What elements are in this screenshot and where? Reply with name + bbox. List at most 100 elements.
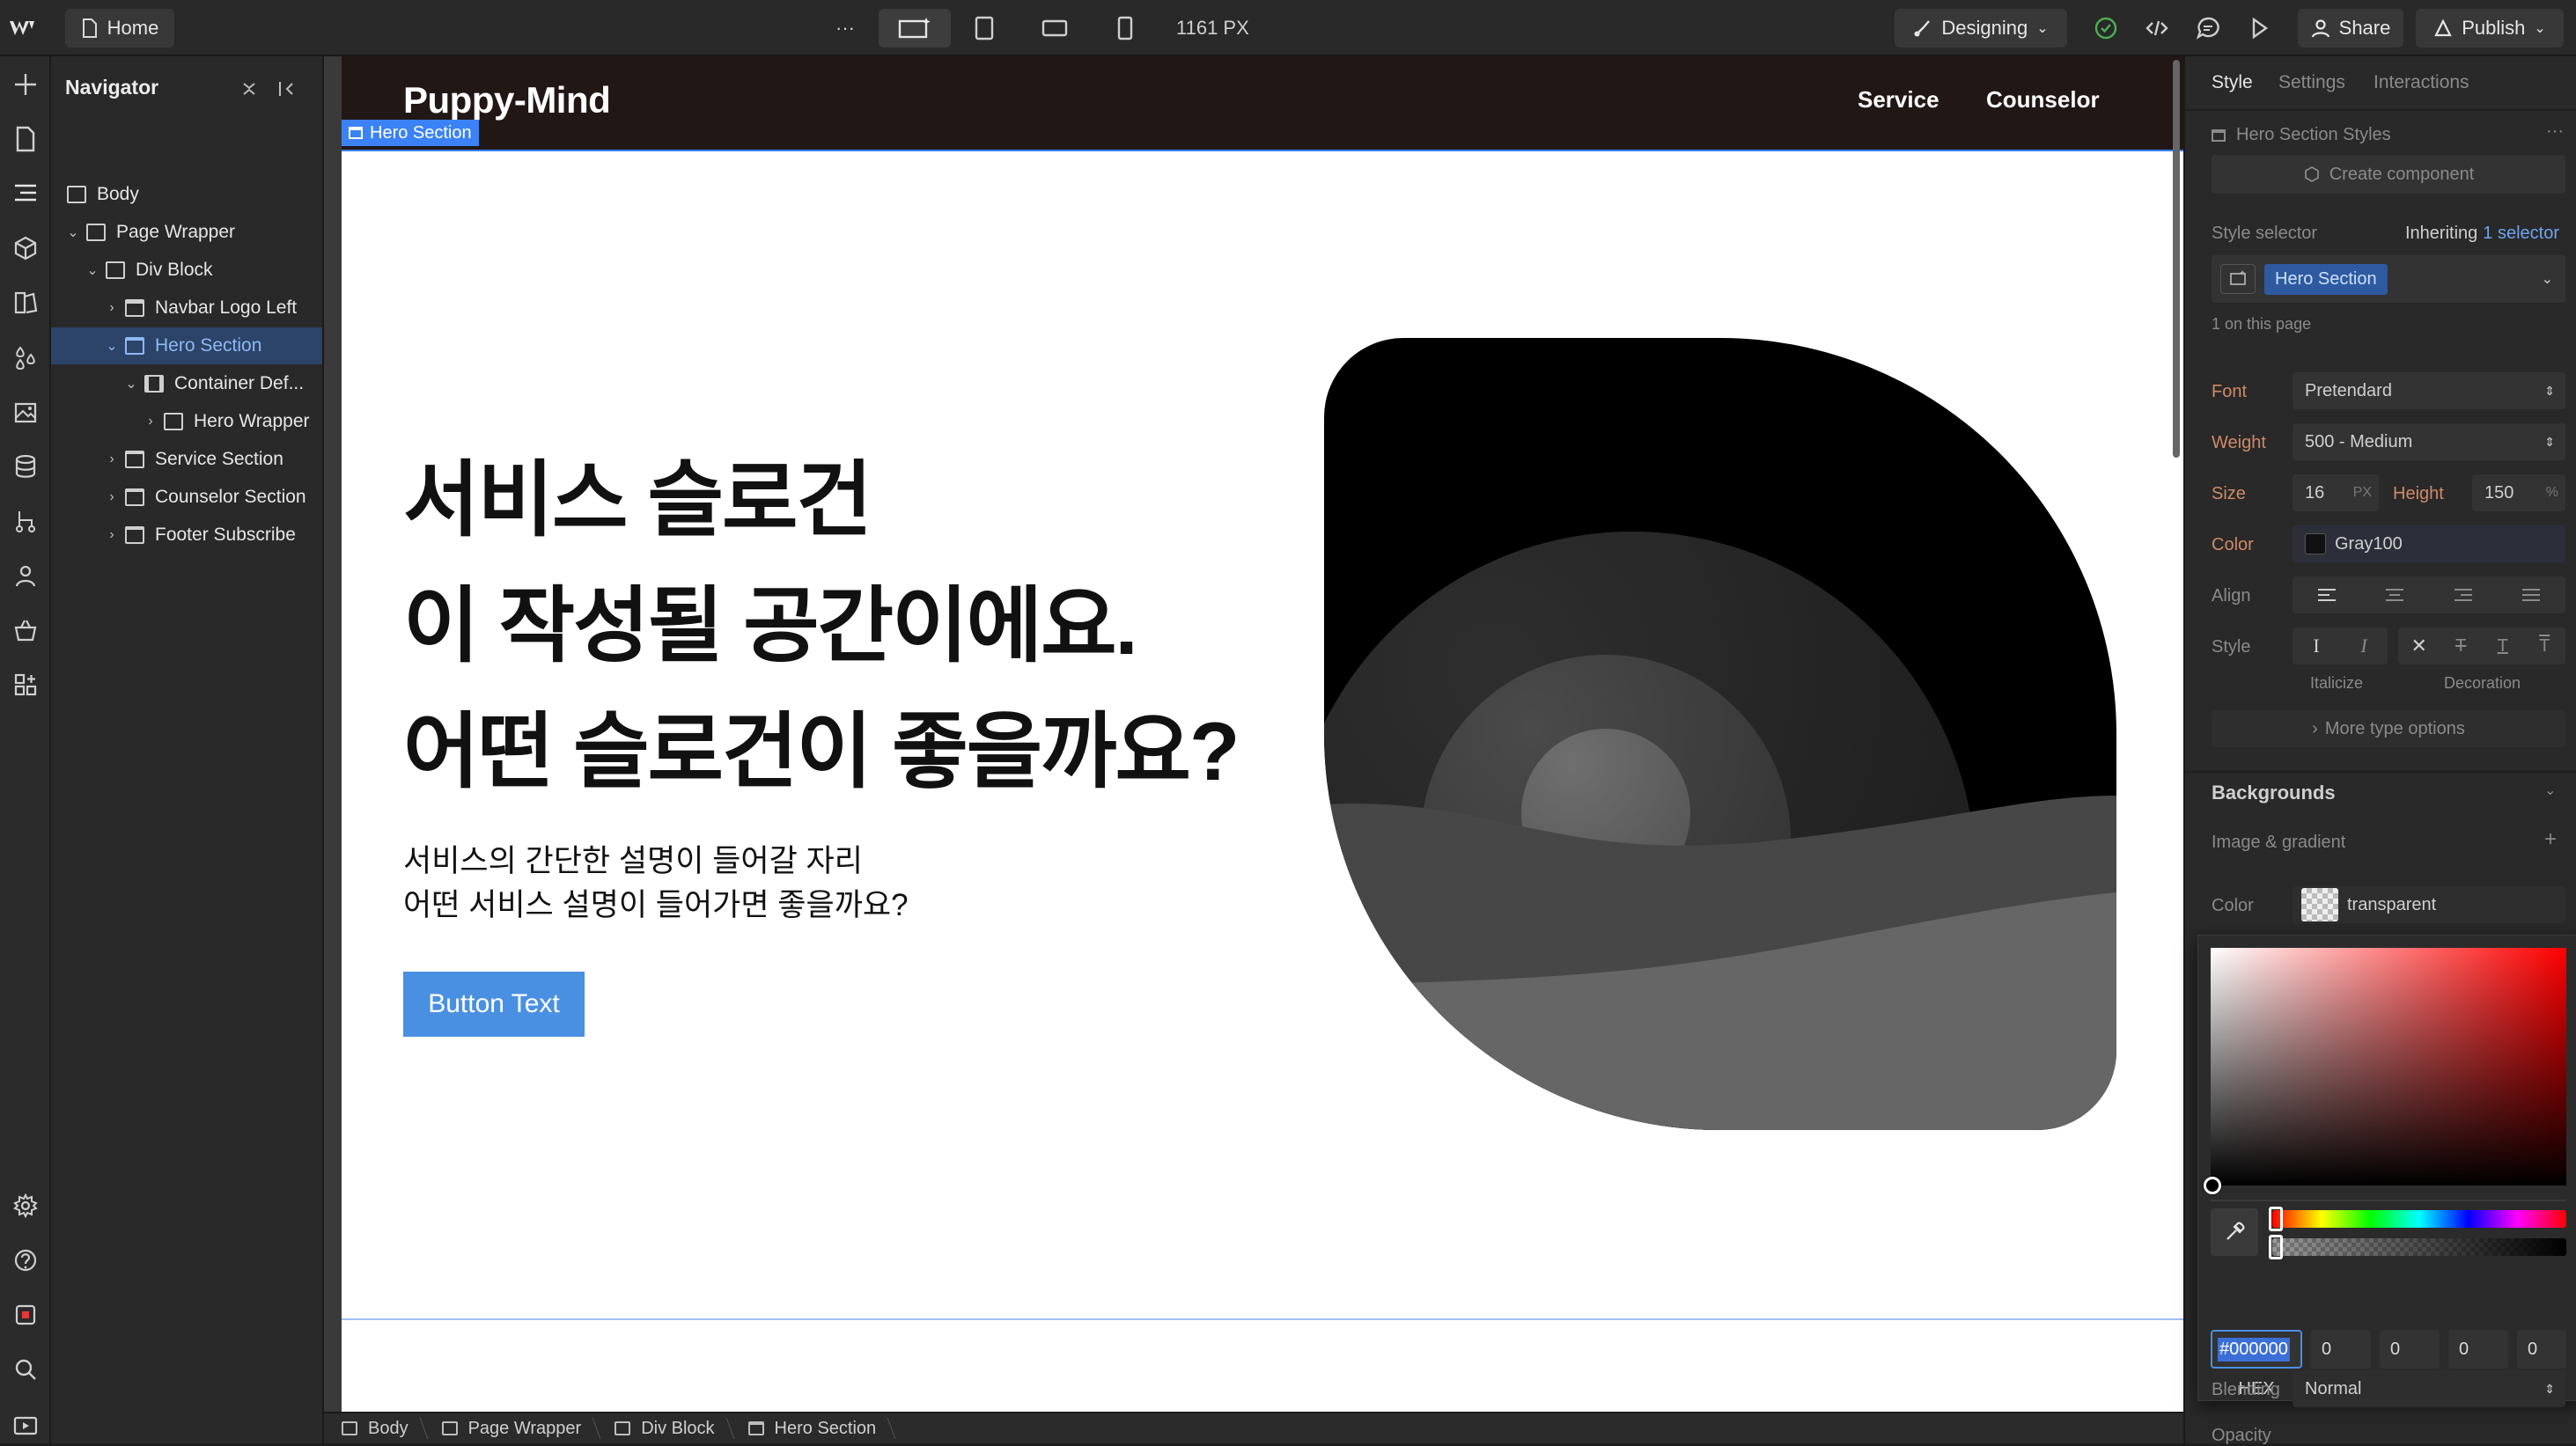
line-height-unit[interactable]: % — [2546, 485, 2558, 501]
line-height-input[interactable]: 150% — [2472, 474, 2565, 511]
landscape-breakpoint-button[interactable] — [1039, 12, 1071, 44]
chevron-down-icon[interactable]: ⌄ — [67, 224, 79, 241]
chevron-right-icon[interactable]: › — [106, 489, 118, 505]
hue-slider-handle[interactable] — [2269, 1207, 2283, 1231]
nav-item-hero-wrapper[interactable]: › Hero Wrapper — [51, 403, 322, 440]
selector-chip[interactable]: Hero Section — [2264, 263, 2388, 295]
color-swatch[interactable] — [2305, 533, 2326, 554]
align-left-icon[interactable] — [2293, 576, 2361, 613]
inheriting-count-link[interactable]: 1 selector — [2483, 224, 2559, 244]
components-icon[interactable] — [8, 231, 43, 266]
users-icon[interactable] — [8, 558, 43, 593]
chevron-right-icon[interactable]: › — [106, 451, 118, 467]
publish-button[interactable]: Publish ⌄ — [2416, 9, 2564, 48]
breadcrumb-item[interactable]: Div Block — [597, 1413, 730, 1444]
preview-play-icon[interactable] — [2243, 12, 2275, 44]
pages-icon[interactable] — [8, 121, 43, 157]
selector-state-icon[interactable] — [2220, 264, 2256, 294]
style-selector-field[interactable]: Hero Section ⌄ — [2212, 255, 2565, 303]
more-menu-button[interactable]: ··· — [828, 9, 863, 48]
size-unit[interactable]: PX — [2353, 485, 2372, 501]
site-navbar[interactable]: Puppy-Mind Service Counselor — [342, 56, 2183, 150]
site-nav-link-service[interactable]: Service — [1858, 86, 1939, 114]
ecommerce-icon[interactable] — [8, 613, 43, 648]
alpha-slider-handle[interactable] — [2269, 1235, 2283, 1259]
create-component-button[interactable]: Create component — [2212, 155, 2565, 194]
record-stop-icon[interactable] — [8, 1297, 43, 1332]
color-handle[interactable] — [2204, 1177, 2221, 1194]
backgrounds-title[interactable]: Backgrounds — [2212, 782, 2336, 804]
navigator-icon[interactable] — [8, 176, 43, 211]
strikethrough-icon[interactable]: T — [2440, 628, 2483, 664]
text-color-field[interactable]: Gray100 — [2293, 525, 2565, 562]
breadcrumb-item[interactable]: Body — [324, 1413, 424, 1444]
tab-interactions[interactable]: Interactions — [2374, 72, 2469, 93]
help-icon[interactable] — [8, 1243, 43, 1278]
align-justify-icon[interactable] — [2498, 576, 2566, 613]
libraries-icon[interactable] — [8, 285, 43, 320]
canvas-scrollbar[interactable] — [2173, 60, 2180, 458]
nav-item-body[interactable]: Body — [51, 176, 322, 213]
breadcrumb-item[interactable]: Page Wrapper — [424, 1413, 598, 1444]
add-elements-icon[interactable] — [8, 67, 43, 102]
nav-item-hero-section[interactable]: ⌄ Hero Section — [51, 327, 322, 364]
tablet-breakpoint-button[interactable] — [968, 12, 1000, 44]
nav-item-div-block[interactable]: ⌄ Div Block — [51, 252, 322, 289]
hue-slider[interactable] — [2272, 1210, 2566, 1228]
overline-icon[interactable]: T — [2524, 628, 2566, 664]
add-background-icon[interactable]: + — [2544, 827, 2557, 852]
chevron-right-icon[interactable]: › — [144, 414, 157, 429]
nav-item-footer-subscribe[interactable]: › Footer Subscribe — [51, 517, 322, 554]
collapse-all-icon[interactable] — [236, 76, 262, 102]
saturation-input[interactable]: 0 — [2380, 1330, 2440, 1369]
code-icon[interactable] — [2141, 12, 2173, 44]
alpha-input[interactable]: 0 — [2517, 1330, 2566, 1369]
video-tutorials-icon[interactable] — [8, 1406, 43, 1442]
tab-settings[interactable]: Settings — [2278, 72, 2345, 93]
brightness-input[interactable]: 0 — [2448, 1330, 2508, 1369]
chevron-down-icon[interactable]: ⌄ — [125, 375, 137, 393]
more-type-options-button[interactable]: › More type options — [2212, 710, 2565, 747]
comment-icon[interactable] — [2192, 12, 2224, 44]
blending-select[interactable]: Normal ⇕ — [2293, 1370, 2565, 1407]
close-panel-icon[interactable] — [273, 76, 299, 102]
font-select[interactable]: Pretendard ⇕ — [2293, 372, 2565, 409]
hue-input[interactable]: 0 — [2311, 1330, 2371, 1369]
assets-icon[interactable] — [8, 394, 43, 429]
nav-item-page-wrapper[interactable]: ⌄ Page Wrapper — [51, 214, 322, 251]
nav-item-navbar-logo-left[interactable]: › Navbar Logo Left — [51, 290, 322, 327]
logic-icon[interactable] — [8, 503, 43, 539]
search-icon[interactable] — [8, 1352, 43, 1387]
selection-tag[interactable]: Hero Section — [342, 120, 479, 146]
apps-icon[interactable] — [8, 667, 43, 702]
status-check-icon[interactable] — [2090, 12, 2122, 44]
hero-cta-button[interactable]: Button Text — [403, 972, 585, 1037]
chevron-down-icon[interactable]: ⌄ — [86, 261, 99, 279]
chevron-right-icon[interactable]: › — [106, 527, 118, 543]
transparent-swatch[interactable] — [2301, 888, 2338, 921]
home-page-button[interactable]: Home — [65, 9, 174, 48]
chevron-down-icon[interactable]: ⌄ — [2542, 270, 2553, 288]
mode-dropdown[interactable]: Designing ⌄ — [1895, 9, 2067, 48]
chevron-down-icon[interactable]: ⌄ — [2544, 782, 2556, 799]
regular-style-icon[interactable]: I — [2293, 628, 2340, 664]
nav-item-container[interactable]: ⌄ Container Def... — [51, 365, 322, 402]
underline-icon[interactable]: T — [2482, 628, 2524, 664]
more-options-icon[interactable]: ··· — [2546, 121, 2564, 142]
breadcrumb-item[interactable]: Hero Section — [731, 1413, 893, 1444]
tab-style[interactable]: Style — [2212, 72, 2253, 93]
align-right-icon[interactable] — [2429, 576, 2498, 613]
site-logo[interactable]: Puppy-Mind — [403, 79, 611, 121]
hex-input[interactable]: #000000 — [2211, 1330, 2302, 1369]
webflow-logo-icon[interactable] — [7, 12, 39, 44]
settings-gear-icon[interactable] — [8, 1188, 43, 1223]
chevron-right-icon[interactable]: › — [106, 300, 118, 316]
weight-select[interactable]: 500 - Medium ⇕ — [2293, 423, 2565, 460]
cms-icon[interactable] — [8, 449, 43, 484]
saturation-brightness-area[interactable] — [2211, 948, 2566, 1185]
share-button[interactable]: Share — [2298, 9, 2403, 48]
alpha-slider[interactable] — [2272, 1238, 2566, 1256]
no-decoration-icon[interactable]: ✕ — [2398, 628, 2440, 664]
bg-color-field[interactable]: transparent — [2293, 886, 2565, 923]
size-input[interactable]: 16 PX — [2293, 474, 2379, 511]
